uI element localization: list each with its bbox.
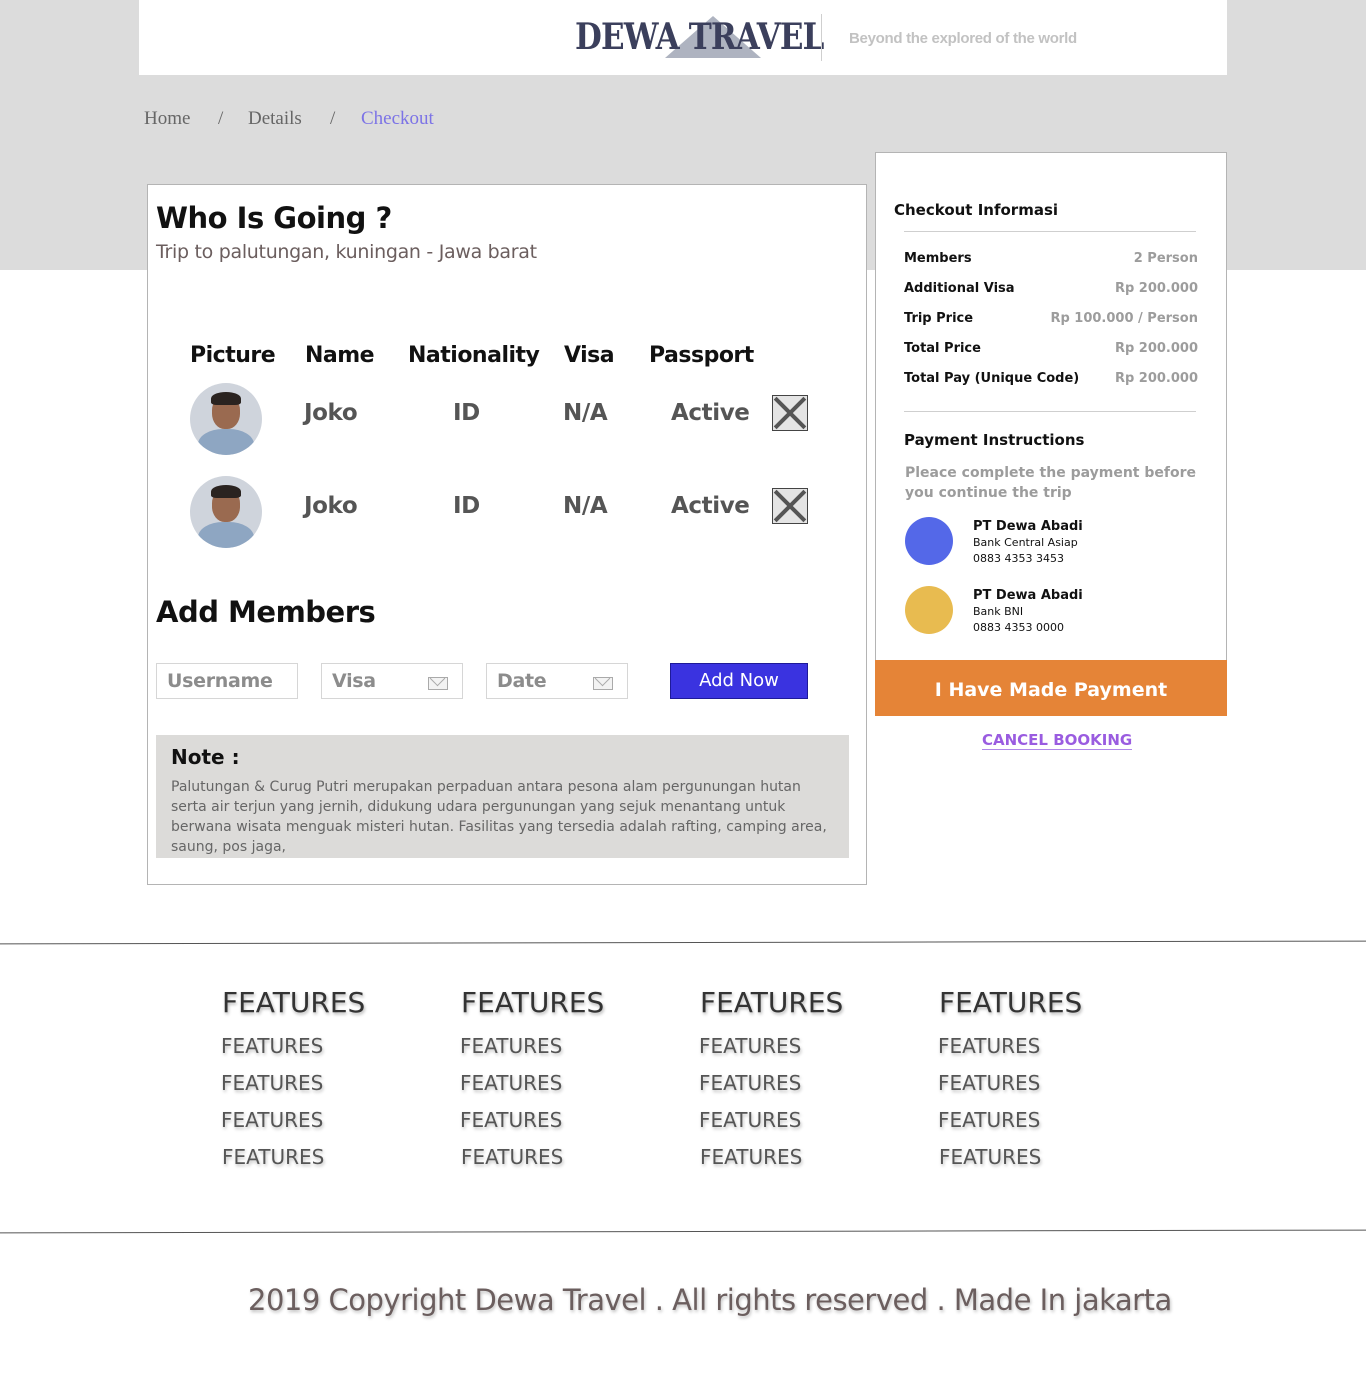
footer-link[interactable]: FEATURES xyxy=(938,1108,1040,1132)
trip-price-label: Trip Price xyxy=(904,311,974,326)
username-input[interactable]: Username xyxy=(156,663,298,699)
footer-heading: FEATURES xyxy=(939,986,1083,1019)
breadcrumb-separator: / xyxy=(330,108,336,129)
member-passport: Active xyxy=(671,400,750,426)
trip-subtitle: Trip to palutungan, kuningan - Jawa bara… xyxy=(156,241,537,263)
total-price-value: Rp 200.000 xyxy=(1114,341,1198,356)
footer-link[interactable]: FEATURES xyxy=(221,1108,323,1132)
logo[interactable]: DEWA TRAVEL xyxy=(575,14,824,62)
add-members-title: Add Members xyxy=(156,595,376,629)
bank-company: PT Dewa Abadi xyxy=(973,588,1083,603)
divider xyxy=(904,231,1196,232)
checkout-title: Checkout Informasi xyxy=(894,201,1059,219)
footer-link[interactable]: FEATURES xyxy=(699,1034,801,1058)
additional-visa-label: Additional Visa xyxy=(904,281,1015,296)
footer-link[interactable]: FEATURES xyxy=(460,1108,562,1132)
payment-instructions-text: Pleace complete the payment before you c… xyxy=(905,465,1196,501)
breadcrumb-separator: / xyxy=(218,108,224,129)
column-header-passport: Passport xyxy=(649,343,754,368)
footer-link[interactable]: FEATURES xyxy=(699,1071,801,1095)
visa-placeholder: Visa xyxy=(332,670,376,692)
page-title: Who Is Going ? xyxy=(156,201,392,235)
date-placeholder: Date xyxy=(497,670,547,692)
footer-link[interactable]: FEATURES xyxy=(460,1034,562,1058)
footer-heading: FEATURES xyxy=(700,986,844,1019)
username-placeholder: Username xyxy=(167,670,273,692)
total-pay-label: Total Pay (Unique Code) xyxy=(904,371,1080,386)
logo-text: DEWA TRAVEL xyxy=(575,16,824,58)
bank-logo xyxy=(905,517,953,565)
footer-divider xyxy=(0,940,1366,945)
bank-account: 0883 4353 3453 xyxy=(973,552,1064,565)
member-visa: N/A xyxy=(563,493,608,519)
footer-heading: FEATURES xyxy=(461,986,605,1019)
remove-member-icon[interactable] xyxy=(772,488,808,524)
add-now-button[interactable]: Add Now xyxy=(670,663,808,699)
visa-select[interactable]: Visa xyxy=(321,663,463,699)
members-card: Who Is Going ? Trip to palutungan, kunin… xyxy=(147,184,867,885)
footer-heading: FEATURES xyxy=(222,986,366,1019)
header-divider xyxy=(821,14,822,61)
member-visa: N/A xyxy=(563,400,608,426)
additional-visa-value: Rp 200.000 xyxy=(1114,281,1198,296)
footer-link[interactable]: FEATURES xyxy=(221,1034,323,1058)
note-title: Note : xyxy=(171,745,240,769)
total-pay-value: Rp 200.000 xyxy=(1114,371,1198,386)
divider xyxy=(904,411,1196,412)
column-header-picture: Picture xyxy=(190,343,276,368)
calendar-icon xyxy=(593,677,613,690)
cancel-booking-link[interactable]: CANCEL BOOKING xyxy=(982,731,1133,750)
bank-name: Bank Central Asiap xyxy=(973,536,1078,549)
payment-instructions-title: Payment Instructions xyxy=(904,431,1085,449)
bank-name: Bank BNI xyxy=(973,605,1024,618)
member-passport: Active xyxy=(671,493,750,519)
checkout-card: Checkout Informasi Members 2 Person Addi… xyxy=(875,152,1227,662)
bank-logo xyxy=(905,586,953,634)
member-name: Joko xyxy=(304,400,358,426)
footer-link[interactable]: FEATURES xyxy=(700,1145,802,1169)
avatar xyxy=(190,476,262,548)
site-header: DEWA TRAVEL Beyond the explored of the w… xyxy=(139,0,1227,75)
breadcrumb-details[interactable]: Details xyxy=(248,108,302,130)
member-nationality: ID xyxy=(453,493,480,519)
breadcrumb-home[interactable]: Home xyxy=(144,108,190,130)
column-header-visa: Visa xyxy=(564,343,615,368)
footer-link[interactable]: FEATURES xyxy=(939,1145,1041,1169)
footer-link[interactable]: FEATURES xyxy=(222,1145,324,1169)
footer-link[interactable]: FEATURES xyxy=(938,1034,1040,1058)
note-text: Palutungan & Curug Putri merupakan perpa… xyxy=(171,779,827,855)
footer-link[interactable]: FEATURES xyxy=(938,1071,1040,1095)
footer-link[interactable]: FEATURES xyxy=(699,1108,801,1132)
footer-link[interactable]: FEATURES xyxy=(460,1071,562,1095)
date-input[interactable]: Date xyxy=(486,663,628,699)
remove-member-icon[interactable] xyxy=(772,395,808,431)
copyright-text: 2019 Copyright Dewa Travel . All rights … xyxy=(248,1283,1172,1317)
avatar xyxy=(190,383,262,455)
members-value: 2 Person xyxy=(1133,251,1198,266)
made-payment-button[interactable]: I Have Made Payment xyxy=(875,660,1227,716)
column-header-name: Name xyxy=(305,343,375,368)
members-label: Members xyxy=(904,251,972,266)
footer-link[interactable]: FEATURES xyxy=(461,1145,563,1169)
footer-divider xyxy=(0,1229,1366,1234)
total-price-label: Total Price xyxy=(904,341,981,356)
member-name: Joko xyxy=(304,493,358,519)
breadcrumb-checkout[interactable]: Checkout xyxy=(361,108,434,130)
column-header-nationality: Nationality xyxy=(408,343,540,368)
dropdown-icon xyxy=(428,677,448,690)
footer-link[interactable]: FEATURES xyxy=(221,1071,323,1095)
tagline: Beyond the explored of the world xyxy=(849,30,1077,47)
member-nationality: ID xyxy=(453,400,480,426)
trip-price-value: Rp 100.000 / Person xyxy=(1050,311,1198,326)
bank-account: 0883 4353 0000 xyxy=(973,621,1064,634)
note-box: Note : Palutungan & Curug Putri merupaka… xyxy=(156,735,849,858)
bank-company: PT Dewa Abadi xyxy=(973,519,1083,534)
